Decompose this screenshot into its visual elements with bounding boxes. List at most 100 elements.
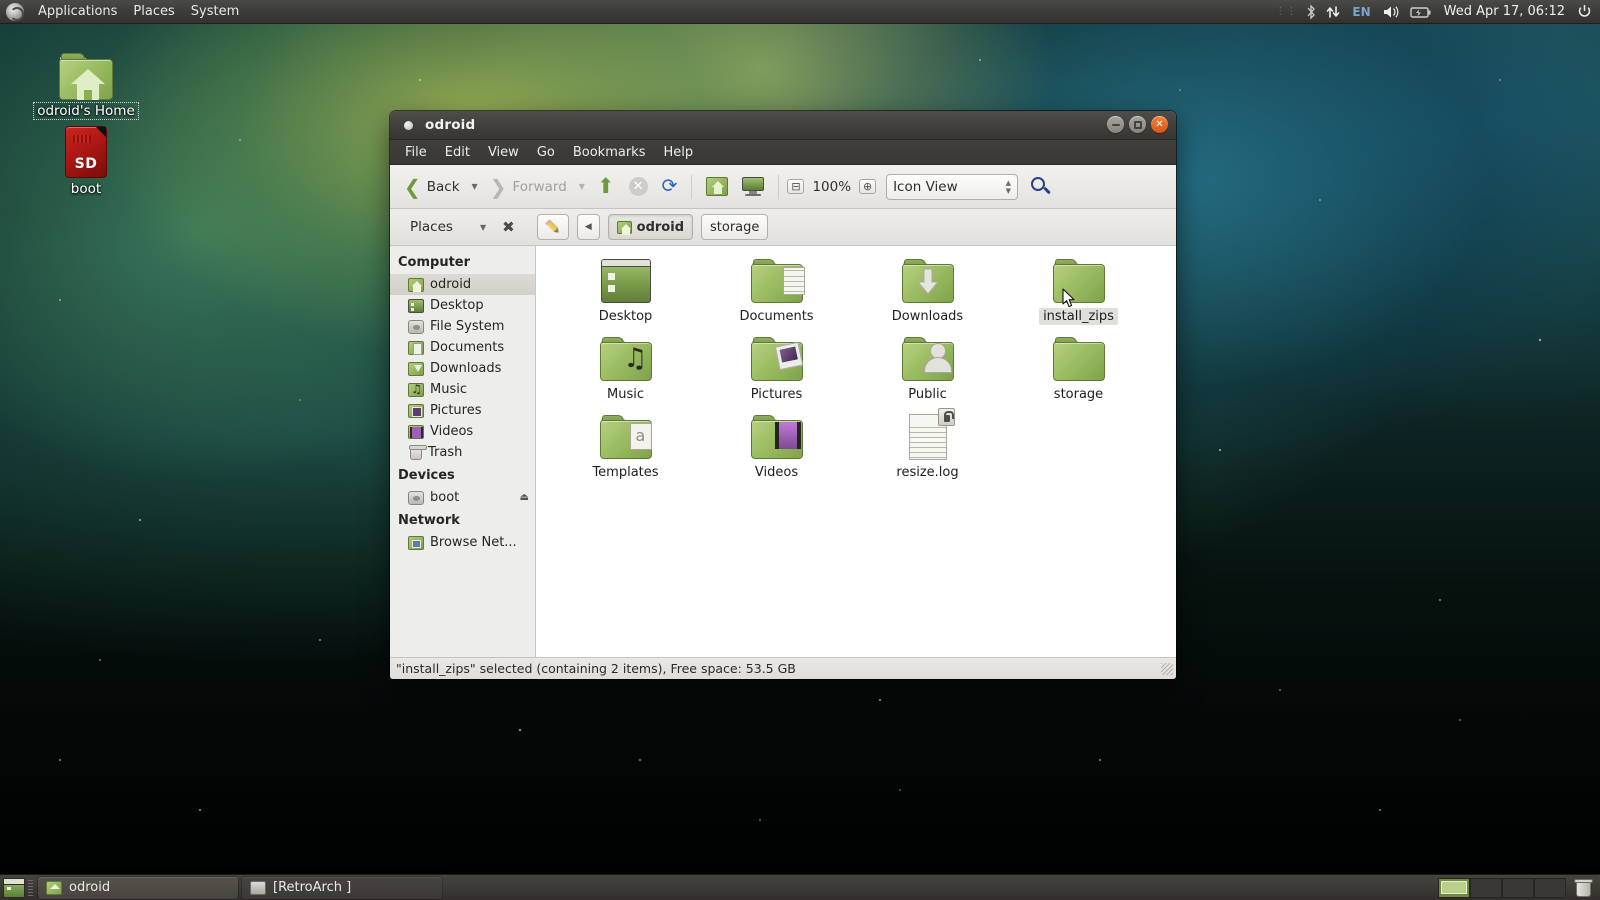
menu-go[interactable]: Go xyxy=(528,142,564,163)
clock[interactable]: Wed Apr 17, 06:12 xyxy=(1440,3,1569,20)
menu-system[interactable]: System xyxy=(183,1,247,22)
minimize-button[interactable] xyxy=(1107,116,1124,133)
sidebar-item-trash[interactable]: Trash xyxy=(390,442,535,463)
taskbar-handle[interactable] xyxy=(28,880,33,896)
computer-button[interactable] xyxy=(736,172,770,201)
file-manager-window: odroid ✕ File Edit View Go Bookmarks Hel… xyxy=(390,111,1176,679)
music-folder-icon xyxy=(408,383,424,397)
network-folder-icon xyxy=(408,536,424,550)
menu-help[interactable]: Help xyxy=(654,142,702,163)
sidebar-item-pictures[interactable]: Pictures xyxy=(390,400,535,421)
sidebar-item-file-system[interactable]: File System xyxy=(390,316,535,337)
window-titlebar[interactable]: odroid ✕ xyxy=(390,111,1176,140)
file-item-videos[interactable]: Videos xyxy=(701,412,852,490)
window-icon xyxy=(250,881,266,895)
sidebar-item-music[interactable]: Music xyxy=(390,379,535,400)
breadcrumb-odroid[interactable]: odroid xyxy=(608,214,693,240)
maximize-button[interactable] xyxy=(1129,116,1146,133)
path-bar: Places ▼ ✖ ◀ odroid storage xyxy=(390,209,1176,246)
edit-location-button[interactable] xyxy=(537,214,569,240)
file-item-desktop[interactable]: Desktop xyxy=(550,256,701,334)
system-tray: ⋮⋮ EN Wed Apr 17, 06:12 xyxy=(1275,3,1600,20)
sidebar-header-network: Network xyxy=(390,508,535,532)
desktop-icon-boot[interactable]: SD boot xyxy=(31,122,141,197)
zoom-in-icon[interactable]: ⊕ xyxy=(859,179,876,194)
sidebar-item-videos[interactable]: Videos xyxy=(390,421,535,442)
window-menu-icon[interactable] xyxy=(404,121,413,130)
search-icon[interactable] xyxy=(1030,176,1052,198)
menu-places[interactable]: Places xyxy=(125,1,182,22)
zoom-out-icon[interactable]: ⊟ xyxy=(787,179,804,194)
file-item-storage[interactable]: storage xyxy=(1003,334,1154,412)
workspace-1[interactable] xyxy=(1438,878,1470,898)
sidebar-item-label: Documents xyxy=(430,340,504,355)
stop-button[interactable]: ✕ xyxy=(623,172,654,201)
workspace-2[interactable] xyxy=(1470,878,1502,898)
back-button[interactable]: ❮ Back xyxy=(398,172,466,202)
window-title: odroid xyxy=(425,117,475,133)
workspace-switcher[interactable] xyxy=(1438,877,1566,899)
network-up-down-icon[interactable] xyxy=(1325,4,1341,20)
back-label: Back xyxy=(427,179,460,195)
menu-view[interactable]: View xyxy=(479,142,528,163)
sidebar-item-browse-network[interactable]: Browse Net... xyxy=(390,532,535,553)
toolbar: ❮ Back ▼ ❯ Forward ▼ ⬆ ✕ ⟳ ⊟ 100% ⊕ xyxy=(390,165,1176,209)
locked-file-icon xyxy=(909,412,947,462)
file-item-install-zips[interactable]: install_zips xyxy=(1003,256,1154,334)
reload-button[interactable]: ⟳ xyxy=(656,172,684,201)
workspace-3[interactable] xyxy=(1502,878,1534,898)
forward-button[interactable]: ❯ Forward xyxy=(484,172,573,202)
eject-icon[interactable]: ⏏ xyxy=(520,492,529,503)
forward-history-dropdown[interactable]: ▼ xyxy=(575,178,589,195)
battery-icon[interactable] xyxy=(1410,5,1432,19)
ubuntu-logo-icon[interactable] xyxy=(6,3,24,21)
toolbar-separator xyxy=(691,175,692,199)
show-desktop-icon[interactable] xyxy=(3,878,25,898)
desktop-icon-home[interactable]: odroid's Home xyxy=(31,44,141,119)
power-icon[interactable] xyxy=(1577,4,1592,19)
trash-icon[interactable] xyxy=(1573,878,1595,898)
menu-applications[interactable]: Applications xyxy=(30,1,125,22)
taskbar-item-label: odroid xyxy=(69,880,110,895)
workspace-4[interactable] xyxy=(1534,878,1566,898)
taskbar-item-label: [RetroArch ] xyxy=(273,880,351,895)
sidebar-item-documents[interactable]: Documents xyxy=(390,337,535,358)
up-button[interactable]: ⬆ xyxy=(591,171,621,202)
resize-grip[interactable] xyxy=(1161,663,1173,675)
file-label: resize.log xyxy=(892,464,962,481)
file-item-documents[interactable]: Documents xyxy=(701,256,852,334)
file-item-music[interactable]: ♫ Music xyxy=(550,334,701,412)
window-body: Computer odroid Desktop File System Docu… xyxy=(390,246,1176,657)
file-item-templates[interactable]: Templates xyxy=(550,412,701,490)
volume-icon[interactable] xyxy=(1382,4,1402,20)
close-sidebar-icon[interactable]: ✖ xyxy=(496,218,521,236)
close-button[interactable]: ✕ xyxy=(1151,116,1168,133)
view-mode-select[interactable]: Icon View ▲▼ xyxy=(886,174,1018,200)
file-item-downloads[interactable]: Downloads xyxy=(852,256,1003,334)
breadcrumb-storage[interactable]: storage xyxy=(701,214,768,240)
sidebar-item-desktop[interactable]: Desktop xyxy=(390,295,535,316)
taskbar-item-odroid[interactable]: odroid xyxy=(38,877,238,899)
file-item-pictures[interactable]: Pictures xyxy=(701,334,852,412)
taskbar-item-retroarch[interactable]: [RetroArch ] xyxy=(242,877,442,899)
sidebar-item-odroid[interactable]: odroid xyxy=(390,274,535,295)
folder-icon xyxy=(1053,334,1105,384)
top-panel: Applications Places System ⋮⋮ EN xyxy=(0,0,1600,24)
keyboard-language-indicator[interactable]: EN xyxy=(1349,4,1373,20)
menu-file[interactable]: File xyxy=(396,142,436,163)
file-view[interactable]: Desktop Documents xyxy=(536,246,1176,657)
file-item-resize-log[interactable]: resize.log xyxy=(852,412,1003,490)
places-label: Places xyxy=(398,219,470,235)
file-item-public[interactable]: Public xyxy=(852,334,1003,412)
file-label: Desktop xyxy=(595,308,657,325)
bluetooth-icon[interactable] xyxy=(1305,4,1317,20)
back-history-dropdown[interactable]: ▼ xyxy=(468,178,482,195)
places-dropdown-icon[interactable]: ▼ xyxy=(474,223,492,232)
menu-edit[interactable]: Edit xyxy=(436,142,479,163)
menu-bookmarks[interactable]: Bookmarks xyxy=(564,142,655,163)
home-button[interactable] xyxy=(700,172,734,201)
sidebar-item-boot[interactable]: boot ⏏ xyxy=(390,487,535,508)
path-scroll-left-button[interactable]: ◀ xyxy=(577,214,600,240)
sidebar-item-downloads[interactable]: Downloads xyxy=(390,358,535,379)
chevron-left-icon: ◀ xyxy=(585,222,592,232)
